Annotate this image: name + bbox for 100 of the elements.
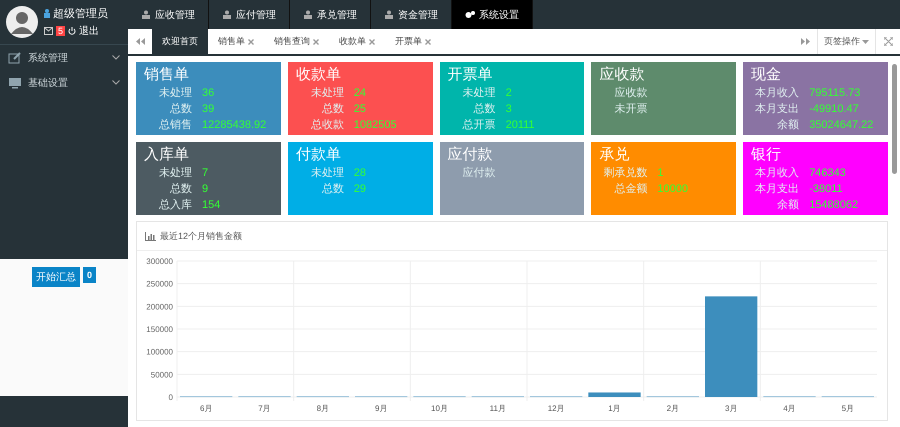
axis-tick-label: 3月	[724, 404, 738, 413]
stat-value: 28	[354, 166, 366, 181]
axis-tick-label: 0	[168, 393, 173, 402]
stat-value: 7	[202, 166, 208, 181]
stat-label: 总数	[320, 182, 344, 197]
axis-tick-label: 100000	[146, 348, 173, 357]
stat-label: 总数	[169, 182, 192, 197]
avatar	[6, 6, 38, 38]
card-title: 收款单	[296, 65, 342, 85]
stat-label: 总开票	[462, 118, 496, 133]
user-icon	[44, 9, 50, 18]
axis-tick-label: 7月	[258, 404, 271, 413]
page-tab[interactable]: 销售单	[208, 29, 264, 54]
axis-tick-label: 12月	[548, 404, 565, 413]
close-icon[interactable]	[369, 38, 375, 44]
power-icon	[68, 27, 76, 35]
bar	[588, 392, 641, 397]
stat-value: 20111	[506, 118, 535, 133]
stat-label: 总入库	[158, 198, 192, 213]
close-icon[interactable]	[313, 38, 319, 44]
axis-tick-label: 2月	[666, 404, 680, 413]
card-title: 开票单	[448, 65, 494, 85]
stat-value: 25	[354, 102, 366, 117]
count-badge: 0	[82, 267, 96, 283]
stat-label: 剩承兑数	[602, 166, 648, 181]
stat-value: 35024647.22	[809, 118, 874, 133]
axis-tick-label: 5月	[842, 404, 854, 413]
stat-value: -38011	[809, 182, 843, 197]
chart-title: 最近12个月销售金额	[160, 230, 242, 242]
axis-tick-label: 1月	[608, 404, 621, 413]
stat-value: 9	[202, 182, 208, 197]
message-badge: 5	[56, 26, 66, 36]
stat-label: 未处理	[158, 166, 192, 181]
edit-icon	[8, 52, 22, 64]
stat-label: 总数	[169, 102, 192, 117]
tab-actions-dropdown[interactable]: 页签操作	[817, 29, 876, 54]
stat-label: 总数	[320, 102, 344, 117]
stat-label: 本月收入	[754, 86, 800, 101]
axis-tick-label: 200000	[146, 302, 173, 312]
sidebar-item[interactable]: 基础设置	[0, 70, 128, 95]
axis-tick-label: 50000	[150, 370, 173, 380]
stat-label: 应收款	[613, 86, 648, 101]
stat-value: -49910.47	[809, 102, 859, 117]
axis-tick-label: 10月	[431, 404, 448, 413]
menu-tab[interactable]: 系统设置	[452, 0, 533, 29]
fullscreen-icon[interactable]	[884, 37, 892, 46]
chevron-icon	[112, 55, 120, 60]
stat-label: 未开票	[613, 102, 648, 117]
sidebar-item[interactable]: 系统管理	[0, 45, 128, 70]
axis-tick-label: 150000	[146, 325, 173, 334]
close-icon[interactable]	[425, 38, 431, 44]
summary-button[interactable]: 开始汇总	[32, 267, 80, 287]
page-tab[interactable]: 销售查询	[264, 29, 329, 54]
stat-label: 总收款	[310, 118, 344, 133]
page-tab[interactable]: 收款单	[329, 29, 385, 54]
stat-value: 1	[657, 166, 664, 181]
page-tab[interactable]: 欢迎首页	[152, 29, 208, 54]
stat-label: 未处理	[462, 86, 496, 101]
axis-tick-label: 300000	[146, 257, 173, 266]
caret-icon	[862, 40, 869, 44]
card-title: 应收款	[599, 65, 646, 85]
stat-label: 应付款	[462, 166, 496, 181]
card-title: 付款单	[296, 145, 342, 165]
stat-value: 29	[354, 182, 366, 197]
logout-link[interactable]: 退出	[79, 24, 100, 38]
stat-value: 1082505	[354, 118, 397, 133]
stat-label: 余额	[776, 198, 800, 213]
stat-value: 15488062	[809, 198, 858, 213]
stat-label: 总数	[472, 102, 496, 117]
axis-tick-label: 11月	[490, 404, 506, 413]
axis-tick-label: 4月	[783, 404, 796, 413]
stat-value: 795115.73	[809, 86, 860, 101]
stat-label: 未处理	[310, 86, 344, 101]
stat-label: 未处理	[310, 166, 344, 181]
scrollbar[interactable]	[892, 64, 897, 174]
card-title: 销售单	[144, 65, 190, 85]
stat-value: 746343	[809, 166, 846, 181]
stat-value: 154	[202, 198, 220, 213]
stat-value: 3	[506, 102, 512, 117]
card-title: 现金	[751, 65, 782, 85]
card-title: 银行	[751, 145, 782, 165]
users-icon	[384, 10, 394, 19]
users-icon	[141, 10, 151, 19]
stat-label: 未处理	[158, 86, 192, 101]
chevron-icon	[112, 80, 120, 85]
stat-value: 10000	[657, 182, 688, 197]
close-icon[interactable]	[248, 38, 254, 44]
axis-tick-label: 6月	[200, 404, 212, 413]
monitor-icon	[8, 76, 22, 88]
page-tab[interactable]: 开票单	[385, 29, 441, 54]
scroll-left-icon[interactable]	[136, 38, 144, 45]
users-icon	[303, 10, 313, 19]
stat-value: 24	[354, 86, 366, 101]
card-title: 应付款	[448, 145, 494, 165]
scroll-right-icon[interactable]	[800, 38, 810, 45]
stat-value: 12285438.92	[202, 118, 266, 133]
axis-tick-label: 8月	[316, 404, 330, 413]
users-icon	[222, 10, 232, 19]
mail-icon[interactable]	[44, 27, 53, 35]
card-title: 入库单	[144, 145, 190, 165]
